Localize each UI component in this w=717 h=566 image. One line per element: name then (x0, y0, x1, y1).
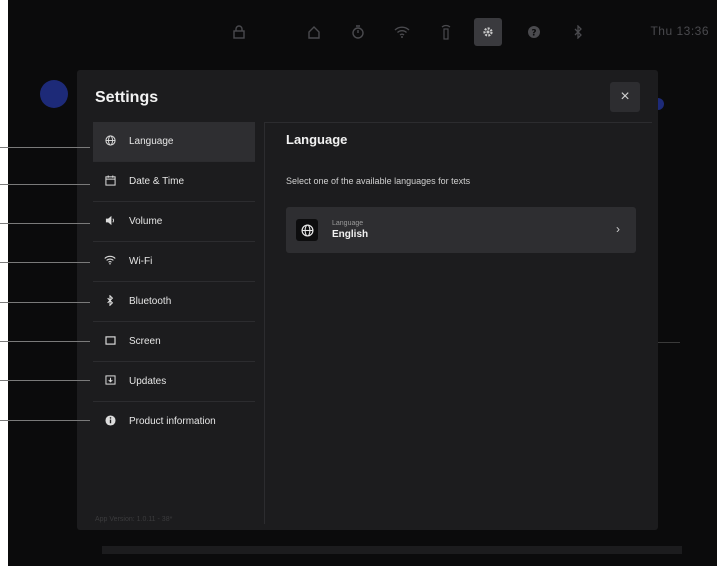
close-button[interactable]: × (610, 82, 640, 112)
callout-line (0, 147, 90, 148)
nav-item-date-time[interactable]: Date & Time (93, 162, 255, 202)
wifi-icon (103, 255, 117, 268)
updates-icon (103, 375, 117, 388)
callout-line (0, 380, 90, 381)
content-divider (264, 122, 652, 123)
settings-nav: Language Date & Time Volume Wi-Fi Blueto… (93, 122, 255, 441)
callout-line (0, 262, 90, 263)
callout-line (0, 223, 90, 224)
nav-label: Wi-Fi (129, 256, 153, 267)
close-icon: × (620, 88, 630, 105)
nav-item-volume[interactable]: Volume (93, 202, 255, 242)
callout-line (0, 420, 90, 421)
callout-line (0, 341, 90, 342)
chevron-right-icon: › (616, 222, 620, 236)
nav-label: Bluetooth (129, 296, 172, 307)
background-avatar (40, 80, 68, 108)
lock-icon[interactable] (229, 22, 249, 42)
gear-icon[interactable] (474, 18, 502, 46)
nav-label: Date & Time (129, 176, 185, 187)
wifi-icon[interactable] (392, 22, 412, 42)
nav-item-screen[interactable]: Screen (93, 322, 255, 362)
nav-item-language[interactable]: Language (93, 122, 255, 162)
dialog-title: Settings (95, 89, 159, 106)
nav-item-product-info[interactable]: Product information (93, 402, 255, 441)
bluetooth-icon (103, 293, 117, 309)
callout-line (0, 302, 90, 303)
svg-text:?: ? (531, 29, 536, 39)
screen-icon (103, 335, 117, 348)
home-icon[interactable] (304, 22, 324, 42)
help-icon[interactable]: ? (524, 22, 544, 42)
language-setting-label: Language (332, 220, 364, 227)
timer-icon[interactable] (348, 22, 368, 42)
nav-label: Volume (129, 216, 163, 227)
background-bar (102, 546, 682, 554)
content-description: Select one of the available languages fo… (286, 176, 471, 186)
language-setting-value: English (332, 229, 369, 240)
bluetooth-icon[interactable] (568, 22, 588, 42)
app-version: App Version: 1.0.11 - 38* (95, 516, 173, 523)
nav-item-bluetooth[interactable]: Bluetooth (93, 282, 255, 322)
globe-icon (296, 219, 318, 241)
nav-label: Screen (129, 336, 161, 347)
status-bar: ? Thu 13:36 (8, 0, 717, 62)
language-selector[interactable]: Language English › (286, 207, 636, 253)
callout-line (0, 184, 90, 185)
panel-divider (264, 122, 265, 524)
remote-icon[interactable] (436, 22, 456, 42)
calendar-icon (103, 174, 117, 189)
content-title: Language (286, 132, 348, 147)
clock: Thu 13:36 (650, 24, 709, 38)
nav-label: Updates (129, 376, 167, 387)
info-icon (103, 414, 117, 429)
settings-dialog: Settings × Language Date & Time Volume W… (77, 70, 658, 530)
device-screen: ? Thu 13:36 Settings × Language Date & T… (8, 0, 717, 566)
nav-label: Product information (129, 416, 216, 427)
globe-icon (103, 134, 117, 149)
nav-label: Language (129, 136, 174, 147)
nav-item-updates[interactable]: Updates (93, 362, 255, 402)
speaker-icon (103, 215, 117, 229)
nav-item-wifi[interactable]: Wi-Fi (93, 242, 255, 282)
